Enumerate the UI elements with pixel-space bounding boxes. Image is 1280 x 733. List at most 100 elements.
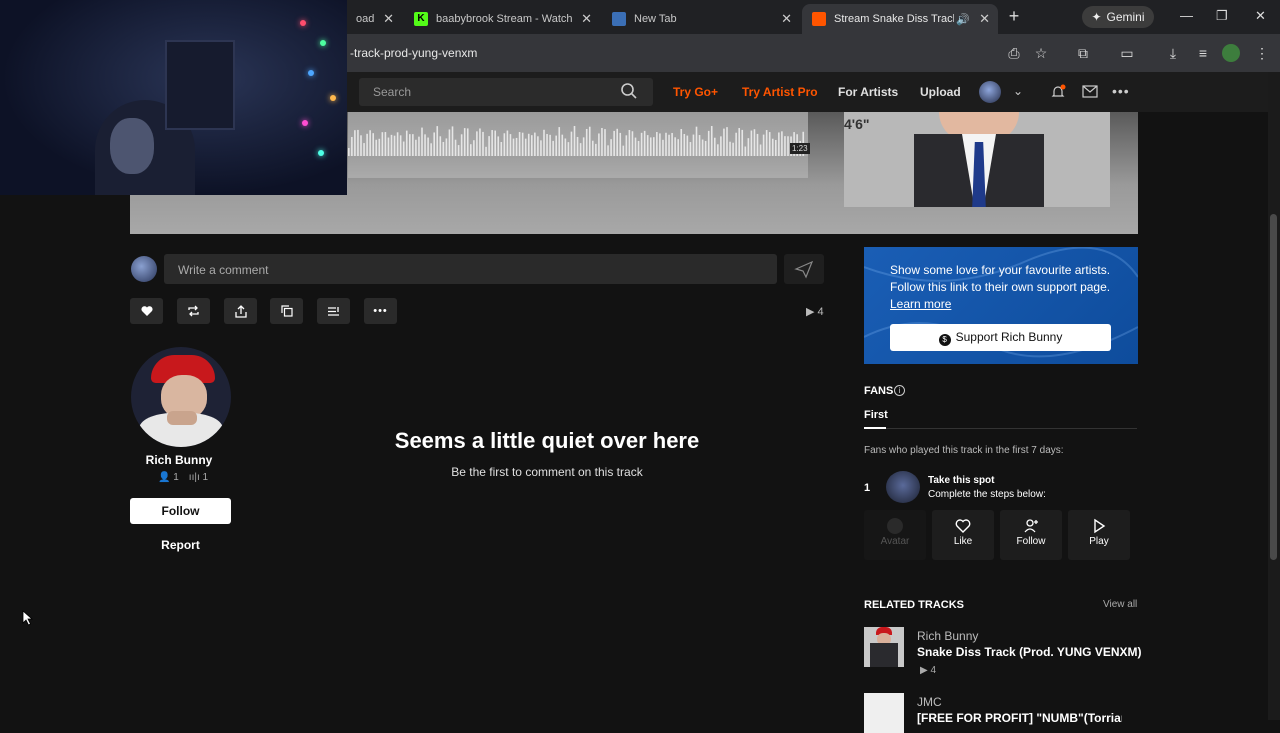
send-comment-button[interactable] xyxy=(784,254,824,284)
more-options-button[interactable]: ••• xyxy=(364,298,397,324)
cast-icon[interactable]: ▭ xyxy=(1118,44,1136,62)
followers-count: 1 xyxy=(173,472,179,483)
waveform-bar xyxy=(543,129,545,156)
info-icon[interactable]: i xyxy=(894,385,905,396)
waveform-bar xyxy=(351,136,353,156)
close-icon[interactable]: ✕ xyxy=(979,11,990,27)
close-icon[interactable]: ✕ xyxy=(781,11,792,27)
user-icon: 👤 xyxy=(158,472,171,483)
download-icon[interactable]: ⤓ xyxy=(1164,44,1182,62)
notifications-bell-icon[interactable] xyxy=(1050,84,1066,100)
search-icon[interactable] xyxy=(620,82,638,100)
related-track-artwork[interactable] xyxy=(864,693,904,733)
step-play[interactable]: Play xyxy=(1068,510,1130,560)
gemini-button[interactable]: ✦ Gemini xyxy=(1082,6,1154,28)
waveform-bar xyxy=(512,138,515,156)
try-go-plus-link[interactable]: Try Go+ xyxy=(673,85,718,99)
empty-comments-subtitle: Be the first to comment on this track xyxy=(451,465,643,479)
new-tab-button[interactable]: + xyxy=(1004,6,1024,26)
upload-link[interactable]: Upload xyxy=(920,85,961,99)
related-track-artwork[interactable] xyxy=(864,627,904,667)
browser-tab-soundcloud[interactable]: Stream Snake Diss Track (Pr 🔊 ✕ xyxy=(802,4,998,34)
waveform-bar xyxy=(463,128,466,156)
address-bar[interactable]: -track-prod-yung-venxm xyxy=(350,46,477,60)
waveform-bar xyxy=(433,132,435,156)
maximize-button[interactable]: ❐ xyxy=(1216,8,1228,24)
for-artists-link[interactable]: For Artists xyxy=(838,85,898,99)
fans-heading: FANS xyxy=(864,385,894,397)
waveform-bar xyxy=(729,141,731,156)
scrollbar-thumb[interactable] xyxy=(1270,214,1277,560)
tracks-stat[interactable]: ıı|ı 1 xyxy=(189,472,208,483)
waveform-bar xyxy=(500,142,503,156)
window-close-button[interactable]: ✕ xyxy=(1255,8,1266,24)
waveform-bar xyxy=(656,132,658,156)
more-dots-icon[interactable]: ••• xyxy=(1112,83,1130,99)
waveform-bar xyxy=(421,127,423,156)
divider xyxy=(864,428,1137,429)
waveform-bar xyxy=(592,140,594,156)
fan-rank: 1 xyxy=(864,482,871,494)
tab-first[interactable]: First xyxy=(864,409,888,421)
waveform-bar xyxy=(381,132,384,156)
profile-avatar[interactable] xyxy=(1222,44,1240,62)
related-track-title[interactable]: Snake Diss Track (Prod. YUNG VENXM) xyxy=(917,645,1142,659)
menu-dots-icon[interactable]: ⋮ xyxy=(1253,44,1271,62)
waveform-bar xyxy=(659,133,661,156)
support-artist-button[interactable]: $ Support Rich Bunny xyxy=(890,324,1111,351)
like-button[interactable] xyxy=(130,298,163,324)
followers-stat[interactable]: 👤 1 xyxy=(158,472,179,483)
install-icon[interactable]: ⎙ xyxy=(1005,44,1023,62)
artist-name[interactable]: Rich Bunny xyxy=(130,453,228,467)
waveform[interactable] xyxy=(348,112,808,182)
copy-link-button[interactable] xyxy=(270,298,303,324)
close-icon[interactable]: ✕ xyxy=(581,11,592,27)
waveform-bar xyxy=(665,132,667,156)
messages-icon[interactable] xyxy=(1082,85,1098,98)
waveform-bar xyxy=(521,132,524,156)
artist-avatar[interactable] xyxy=(131,347,231,447)
extensions-icon[interactable]: ⧉ xyxy=(1074,44,1092,62)
bookmark-star-icon[interactable]: ☆ xyxy=(1032,44,1050,62)
waveform-bar xyxy=(369,130,371,156)
learn-more-link[interactable]: Learn more xyxy=(890,297,951,311)
media-control-icon[interactable]: ≡ xyxy=(1194,44,1212,62)
waveform-bar xyxy=(427,137,429,156)
minimize-button[interactable]: — xyxy=(1180,8,1193,23)
share-button[interactable] xyxy=(224,298,257,324)
related-track-artist[interactable]: Rich Bunny xyxy=(917,629,978,643)
waveform-bar xyxy=(653,137,655,156)
waveform-bar xyxy=(595,143,597,156)
waveform-bar xyxy=(348,148,350,156)
user-avatar[interactable] xyxy=(979,81,1001,103)
comment-placeholder: Write a comment xyxy=(178,263,269,277)
waveform-bar xyxy=(671,132,673,156)
step-like[interactable]: Like xyxy=(932,510,994,560)
try-artist-pro-link[interactable]: Try Artist Pro xyxy=(742,85,818,99)
waveform-bar xyxy=(768,132,771,156)
browser-tab-download[interactable]: oad ✕ xyxy=(346,4,402,34)
view-all-link[interactable]: View all xyxy=(1103,599,1137,610)
waveform-bar xyxy=(762,134,765,156)
waveform-bar xyxy=(723,128,725,156)
add-to-playlist-button[interactable] xyxy=(317,298,350,324)
waveform-bar xyxy=(778,132,780,156)
browser-tab-kick[interactable]: K baabybrook Stream - Watch Liv ✕ xyxy=(404,4,600,34)
related-track-artist[interactable]: JMC xyxy=(917,695,942,709)
chevron-down-icon[interactable]: ⌄ xyxy=(1013,84,1023,98)
report-link[interactable]: Report xyxy=(130,538,231,552)
dollar-icon: $ xyxy=(938,334,951,346)
waveform-bar xyxy=(738,128,740,156)
related-track-title[interactable]: [FREE FOR PROFIT] "NUMB"(Torrian B xyxy=(917,711,1122,725)
waveform-bar xyxy=(640,132,643,156)
follow-button[interactable]: Follow xyxy=(130,498,231,524)
waveform-bar xyxy=(473,140,475,156)
browser-tab-newtab[interactable]: New Tab ✕ xyxy=(602,4,800,34)
waveform-bar xyxy=(579,143,582,156)
waveform-bar xyxy=(625,135,628,156)
close-icon[interactable]: ✕ xyxy=(383,11,394,27)
step-follow[interactable]: Follow xyxy=(1000,510,1062,560)
gemini-label: Gemini xyxy=(1106,10,1145,24)
waveform-bar xyxy=(732,142,734,156)
repost-button[interactable] xyxy=(177,298,210,324)
